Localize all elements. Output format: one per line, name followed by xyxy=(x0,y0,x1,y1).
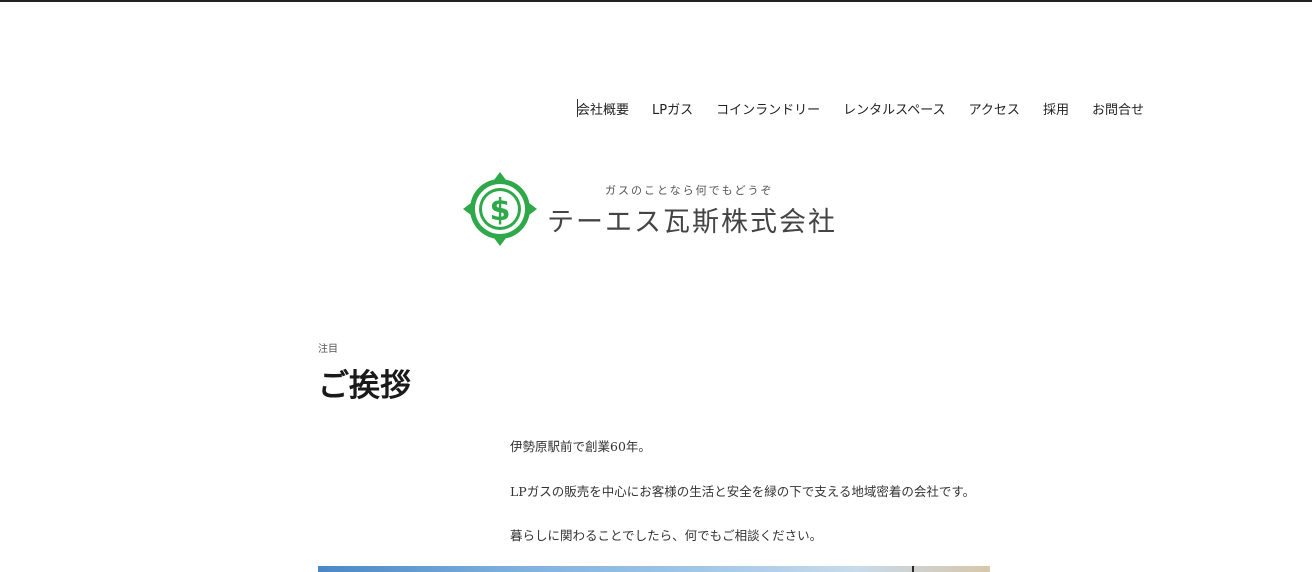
nav-rental-space[interactable]: レンタルスペース xyxy=(843,99,945,118)
section-eyebrow: 注目 xyxy=(318,344,338,355)
nav-contact[interactable]: お問合せ xyxy=(1092,99,1144,118)
nav-company-overview[interactable]: 会社概要 xyxy=(577,99,629,118)
nav-access[interactable]: アクセス xyxy=(969,99,1020,118)
nav-coin-laundry[interactable]: コインランドリー xyxy=(716,99,820,118)
nav-recruit[interactable]: 採用 xyxy=(1043,99,1069,118)
site-logo[interactable]: $ ガスのことなら何でもどうぞ テーエス瓦斯株式会社 xyxy=(463,170,853,250)
featured-photo xyxy=(318,566,990,572)
text-cursor xyxy=(577,99,578,117)
greeting-paragraph-1: 伊勢原駅前で創業60年。 xyxy=(510,439,651,454)
section-title: ご挨拶 xyxy=(318,368,411,404)
top-border xyxy=(0,0,1312,2)
dollar-compass-icon: $ xyxy=(463,172,537,246)
company-name: テーエス瓦斯株式会社 xyxy=(547,207,837,238)
main-nav: 会社概要 LPガス コインランドリー レンタルスペース アクセス 採用 お問合せ xyxy=(577,98,1144,118)
svg-text:$: $ xyxy=(490,193,511,228)
logo-tagline: ガスのことなら何でもどうぞ xyxy=(605,184,774,197)
greeting-paragraph-3: 暮らしに関わることでしたら、何でもご相談ください。 xyxy=(510,528,823,543)
photo-detail xyxy=(912,566,914,572)
greeting-paragraph-2: LPガスの販売を中心にお客様の生活と安全を緑の下で支える地域密着の会社です。 xyxy=(510,484,976,499)
nav-lp-gas[interactable]: LPガス xyxy=(652,99,693,118)
